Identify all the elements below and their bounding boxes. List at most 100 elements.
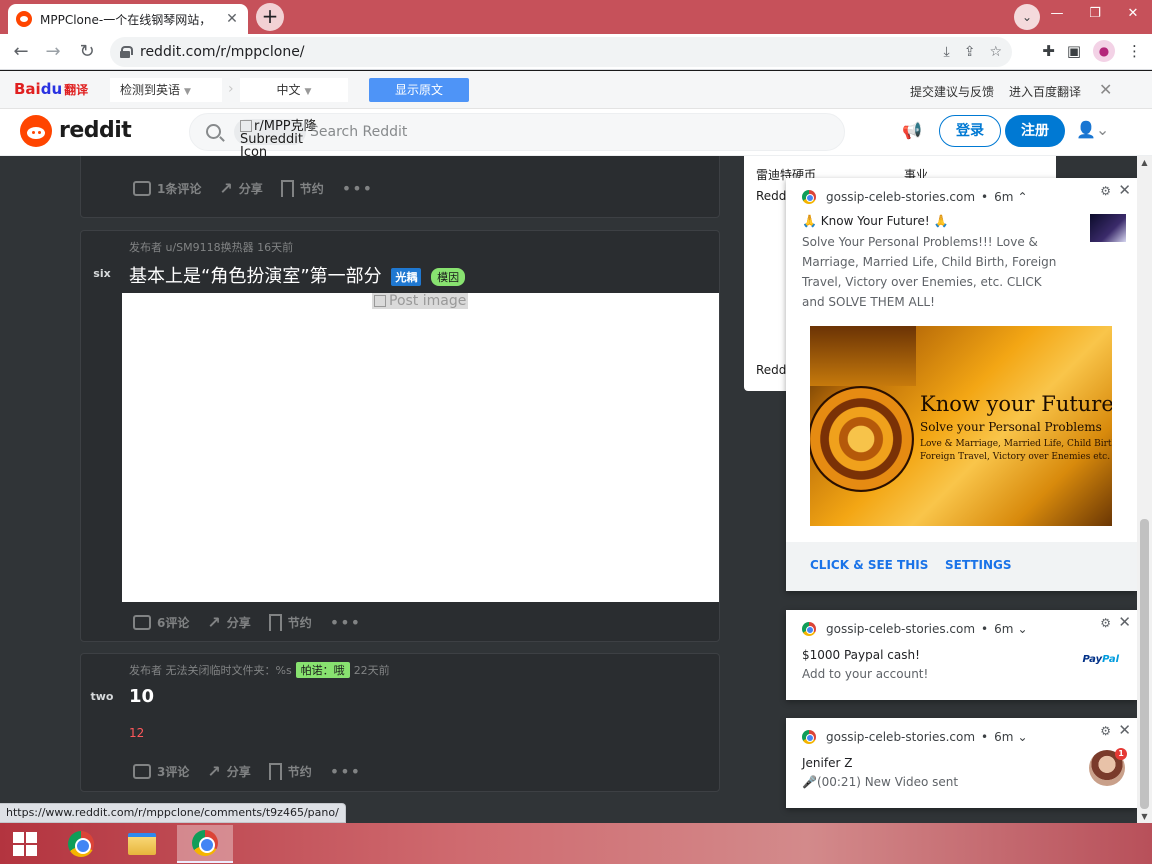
- comments-button[interactable]: 3评论: [133, 763, 189, 780]
- target-language-label: 中文: [276, 83, 301, 97]
- post-body[interactable]: 12: [129, 726, 144, 740]
- reddit-snoo-icon[interactable]: [20, 115, 52, 147]
- restore-icon[interactable]: ❐: [1076, 0, 1114, 30]
- more-options-icon[interactable]: •••: [330, 762, 361, 781]
- new-tab-button[interactable]: +: [256, 3, 284, 31]
- scroll-down-icon[interactable]: ▼: [1137, 812, 1152, 821]
- window-close-icon[interactable]: ✕: [1114, 0, 1152, 30]
- notification-header: gossip-celeb-stories.com • 6m ⌄: [802, 730, 1028, 744]
- signup-button[interactable]: 注册: [1005, 115, 1065, 147]
- vote-count: two: [90, 690, 114, 703]
- notification-settings-button[interactable]: SETTINGS: [945, 558, 1012, 572]
- notification-actions: CLICK & SEE THIS SETTINGS: [786, 542, 1137, 591]
- show-original-button[interactable]: 显示原文: [369, 78, 469, 102]
- browser-toolbar: ← → ↻ reddit.com/r/mppclone/ ⤓ ⇪ ☆ ✚ ▣ ●…: [0, 34, 1152, 70]
- sidebar-reddit-label: Redd: [756, 189, 787, 203]
- comment-icon: [133, 764, 151, 779]
- tab-title: MPPClone-一个在线钢琴网站，: [40, 12, 212, 27]
- minimize-icon[interactable]: —: [1038, 0, 1076, 30]
- post-card[interactable]: two 发布者 无法关闭临时文件夹：%s 帕诺：哦 22天前 10 12 3评论 ↗…: [80, 653, 720, 792]
- side-panel-icon[interactable]: ▣: [1067, 42, 1081, 60]
- save-button[interactable]: 节约: [268, 763, 312, 780]
- post-card[interactable]: 1条评论 ↗ 分享 节约 •••: [80, 156, 720, 218]
- forward-arrow-icon[interactable]: →: [40, 39, 66, 65]
- user-menu-icon[interactable]: 👤⌄: [1076, 120, 1109, 139]
- share-button[interactable]: ↗ 分享: [207, 613, 250, 632]
- share-button[interactable]: ↗ 分享: [207, 762, 250, 781]
- baidu-bar-close-icon[interactable]: ✕: [1099, 80, 1112, 99]
- start-button[interactable]: [0, 825, 50, 863]
- save-button[interactable]: 节约: [268, 614, 312, 631]
- paypal-logo: PayPal: [1082, 654, 1119, 665]
- post-title[interactable]: 基本上是“角色扮演室”第一部分 光耦 模因: [129, 262, 466, 288]
- share-page-icon[interactable]: ⇪: [964, 44, 976, 60]
- search-input[interactable]: r/MPP克隆 Subreddit Icon Search Reddit: [189, 113, 845, 159]
- page-scrollbar[interactable]: ▲ ▼: [1137, 156, 1152, 823]
- tab-search-chevron-icon[interactable]: ⌄: [1014, 4, 1040, 30]
- share-icon: ↗: [219, 179, 233, 198]
- post-image[interactable]: Post image: [122, 293, 719, 602]
- chevron-up-icon[interactable]: ⌃: [1017, 190, 1027, 204]
- browser-tab[interactable]: MPPClone-一个在线钢琴网站， ✕: [8, 4, 248, 34]
- bookmark-icon: [268, 614, 282, 631]
- notification-close-icon[interactable]: ✕: [1118, 721, 1131, 739]
- comments-button[interactable]: 6评论: [133, 614, 189, 631]
- extensions-puzzle-icon[interactable]: ✚: [1042, 42, 1055, 60]
- scrollbar-thumb[interactable]: [1140, 519, 1149, 809]
- notification-settings-icon[interactable]: ⚙: [1100, 724, 1111, 738]
- save-button[interactable]: 节约: [280, 180, 324, 197]
- post-card[interactable]: six 发布者 u/SM9118换热器 16天前 基本上是“角色扮演室”第一部分…: [80, 230, 720, 642]
- vote-count: six: [93, 267, 111, 280]
- bookmark-icon: [268, 763, 282, 780]
- megaphone-icon[interactable]: 📢: [902, 121, 922, 140]
- scroll-up-icon[interactable]: ▲: [1137, 158, 1152, 167]
- lock-icon[interactable]: [120, 46, 133, 58]
- chevron-down-icon[interactable]: ⌄: [1017, 730, 1027, 744]
- notification-close-icon[interactable]: ✕: [1118, 181, 1131, 199]
- more-options-icon[interactable]: •••: [330, 613, 361, 632]
- bookmark-star-icon[interactable]: ☆: [989, 44, 1002, 60]
- feedback-link[interactable]: 提交建议与反馈: [910, 83, 994, 100]
- notification-card[interactable]: gossip-celeb-stories.com • 6m ⌄ ⚙ ✕ $100…: [786, 610, 1137, 700]
- notification-settings-icon[interactable]: ⚙: [1100, 616, 1111, 630]
- reload-icon[interactable]: ↻: [74, 39, 100, 65]
- caret-down-icon: ▼: [304, 87, 312, 97]
- comments-button[interactable]: 1条评论: [133, 180, 201, 197]
- reddit-wordmark[interactable]: reddit: [59, 118, 132, 143]
- link-status-bubble: https://www.reddit.com/r/mppclone/commen…: [0, 803, 346, 823]
- profile-avatar-icon[interactable]: ●: [1093, 40, 1115, 62]
- notification-card[interactable]: gossip-celeb-stories.com • 6m ⌄ ⚙ ✕ Jeni…: [786, 718, 1137, 808]
- install-icon[interactable]: ⤓: [944, 44, 950, 60]
- taskbar-chrome-profile[interactable]: [177, 825, 233, 863]
- chrome-icon: [802, 190, 816, 204]
- bookmark-icon: [280, 180, 294, 197]
- taskbar-chrome[interactable]: [56, 825, 106, 863]
- back-arrow-icon[interactable]: ←: [8, 39, 34, 65]
- tab-close-icon[interactable]: ✕: [224, 11, 240, 27]
- post-flair[interactable]: 模因: [431, 268, 466, 286]
- notification-thumbnail: [1090, 214, 1126, 242]
- post-meta[interactable]: 发布者 u/SM9118换热器 16天前: [129, 239, 293, 255]
- post-title[interactable]: 10: [129, 686, 154, 707]
- search-icon: [206, 124, 221, 139]
- target-language-select[interactable]: 中文 ▼: [240, 78, 348, 102]
- notification-close-icon[interactable]: ✕: [1118, 613, 1131, 631]
- post-meta[interactable]: 发布者 无法关闭临时文件夹：%s 帕诺：哦 22天前: [129, 662, 390, 678]
- taskbar-file-explorer[interactable]: [117, 825, 167, 863]
- source-language-select[interactable]: 检测到英语 ▼: [110, 78, 222, 102]
- notification-card[interactable]: gossip-celeb-stories.com • 6m ⌃ ⚙ ✕ 🙏 Kn…: [786, 178, 1137, 591]
- notification-title: $1000 Paypal cash!: [802, 648, 920, 662]
- chrome-menu-icon[interactable]: ⋮: [1127, 42, 1142, 60]
- url-text[interactable]: reddit.com/r/mppclone/: [140, 44, 944, 60]
- baidu-translate-link[interactable]: 进入百度翻译: [1009, 83, 1081, 100]
- post-flair[interactable]: 光耦: [391, 268, 422, 286]
- share-button[interactable]: ↗ 分享: [219, 179, 262, 198]
- reddit-header: reddit r/MPP克隆 Subreddit Icon Search Red…: [0, 109, 1152, 159]
- chevron-down-icon[interactable]: ⌄: [1017, 622, 1027, 636]
- address-bar[interactable]: reddit.com/r/mppclone/ ⤓ ⇪ ☆: [110, 37, 1012, 67]
- more-options-icon[interactable]: •••: [342, 179, 373, 198]
- notification-settings-icon[interactable]: ⚙: [1100, 184, 1111, 198]
- click-see-this-button[interactable]: CLICK & SEE THIS: [810, 558, 928, 572]
- window-controls: — ❐ ✕: [1038, 0, 1152, 30]
- login-button[interactable]: 登录: [939, 115, 1001, 147]
